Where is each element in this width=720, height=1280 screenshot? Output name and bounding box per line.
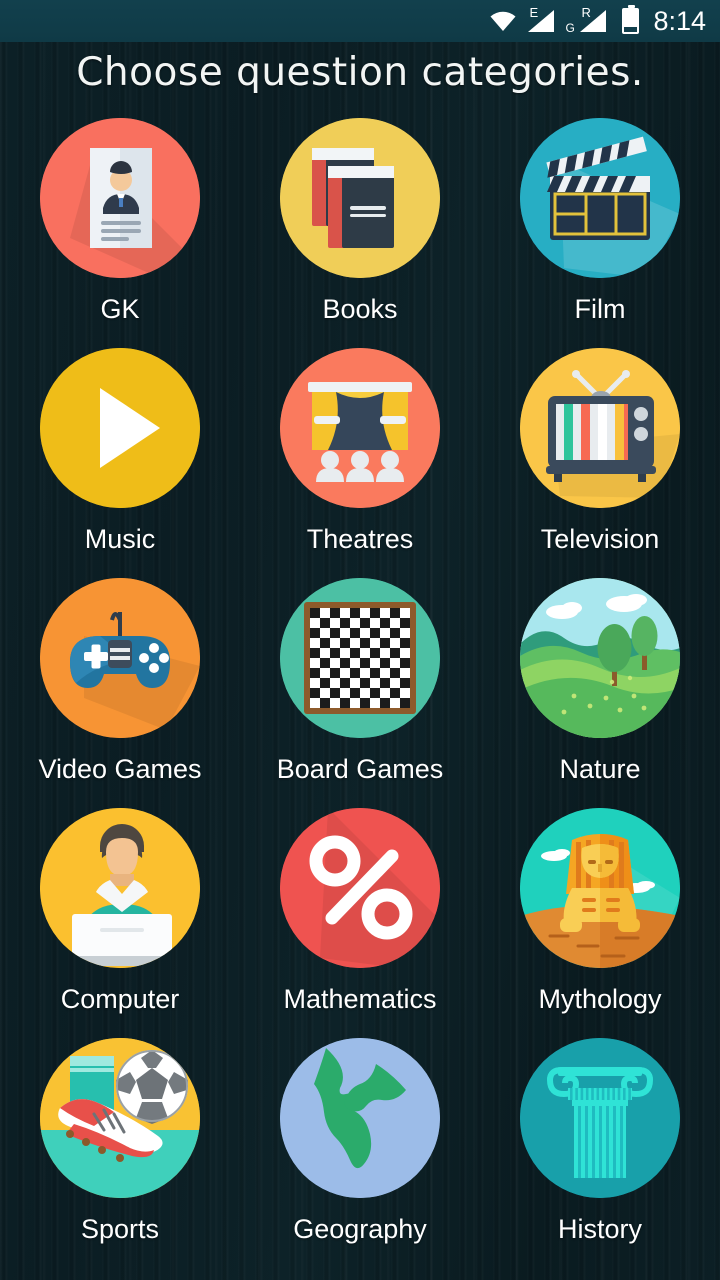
category-item-mythology[interactable]: Mythology bbox=[480, 808, 720, 1038]
books-icon[interactable] bbox=[280, 118, 440, 278]
category-label: Books bbox=[322, 294, 398, 324]
category-chooser-screen: E R G 8:14 Choose question categories. G… bbox=[0, 0, 720, 1280]
category-label: Music bbox=[84, 524, 156, 554]
category-label: Board Games bbox=[276, 754, 444, 784]
category-item-gk[interactable]: GK bbox=[0, 118, 240, 348]
category-item-video-games[interactable]: Video Games bbox=[0, 578, 240, 808]
category-label: Nature bbox=[559, 754, 641, 784]
category-item-nature[interactable]: Nature bbox=[480, 578, 720, 808]
category-label: Sports bbox=[80, 1214, 160, 1244]
battery-icon bbox=[622, 5, 640, 34]
category-item-board-games[interactable]: Board Games bbox=[240, 578, 480, 808]
signal-gr-icon: R G bbox=[565, 5, 608, 34]
signal-e-icon: E bbox=[526, 5, 556, 34]
category-label: Television bbox=[540, 524, 660, 554]
checkerboard-icon[interactable] bbox=[280, 578, 440, 738]
signal-r-label: R bbox=[581, 5, 591, 20]
category-label: Mathematics bbox=[283, 984, 437, 1014]
category-label: Theatres bbox=[306, 524, 414, 554]
status-bar: E R G 8:14 bbox=[0, 0, 720, 42]
person-laptop-icon[interactable] bbox=[40, 808, 200, 968]
category-label: Computer bbox=[60, 984, 180, 1014]
sphinx-icon[interactable] bbox=[520, 808, 680, 968]
category-item-mathematics[interactable]: Mathematics bbox=[240, 808, 480, 1038]
retro-tv-icon[interactable] bbox=[520, 348, 680, 508]
category-item-computer[interactable]: Computer bbox=[0, 808, 240, 1038]
category-label: GK bbox=[100, 294, 140, 324]
stage-curtain-icon[interactable] bbox=[280, 348, 440, 508]
status-clock: 8:14 bbox=[653, 5, 706, 36]
ionic-column-icon[interactable] bbox=[520, 1038, 680, 1198]
signal-e-label: E bbox=[529, 5, 539, 20]
play-triangle-icon[interactable] bbox=[40, 348, 200, 508]
clapperboard-icon[interactable] bbox=[520, 118, 680, 278]
category-label: Geography bbox=[293, 1214, 427, 1244]
soccer-cleat-icon[interactable] bbox=[40, 1038, 200, 1198]
category-item-history[interactable]: History bbox=[480, 1038, 720, 1268]
category-label: Film bbox=[574, 294, 626, 324]
wifi-icon bbox=[489, 10, 517, 32]
category-grid: GK Books Film Music Theatres Television … bbox=[0, 118, 720, 1268]
category-item-geography[interactable]: Geography bbox=[240, 1038, 480, 1268]
category-item-books[interactable]: Books bbox=[240, 118, 480, 348]
category-label: Mythology bbox=[538, 984, 662, 1014]
gamepad-icon[interactable] bbox=[40, 578, 200, 738]
category-item-sports[interactable]: Sports bbox=[0, 1038, 240, 1268]
globe-icon[interactable] bbox=[280, 1038, 440, 1198]
resume-document-icon[interactable] bbox=[40, 118, 200, 278]
signal-g-label: G bbox=[565, 21, 575, 35]
category-label: Video Games bbox=[38, 754, 202, 784]
category-item-film[interactable]: Film bbox=[480, 118, 720, 348]
category-item-music[interactable]: Music bbox=[0, 348, 240, 578]
category-item-television[interactable]: Television bbox=[480, 348, 720, 578]
category-label: History bbox=[557, 1214, 642, 1244]
landscape-trees-icon[interactable] bbox=[520, 578, 680, 738]
category-item-theatres[interactable]: Theatres bbox=[240, 348, 480, 578]
percent-sign-icon[interactable] bbox=[280, 808, 440, 968]
page-title: Choose question categories. bbox=[76, 50, 644, 95]
